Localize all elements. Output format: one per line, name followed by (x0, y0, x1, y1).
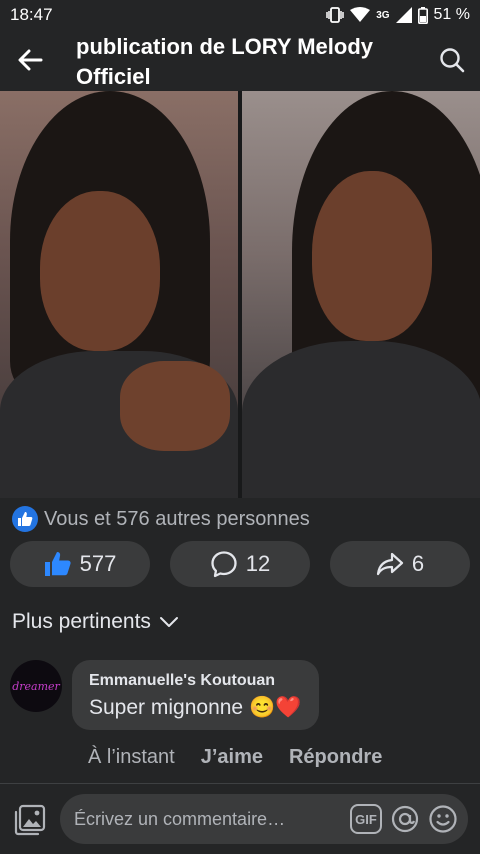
comment-input[interactable] (74, 808, 334, 830)
post-photos (0, 91, 480, 498)
vibrate-icon (326, 7, 344, 23)
emoji-button[interactable] (428, 804, 458, 834)
at-sign-icon (391, 805, 419, 833)
status-time: 18:47 (10, 5, 53, 24)
sort-label: Plus pertinents (12, 610, 151, 633)
app-header: publication de LORY Melody Officiel (0, 30, 480, 90)
comment-count: 12 (245, 551, 271, 576)
composer-icons: GIF (350, 804, 458, 834)
reactions-text: Vous et 576 autres personnes (44, 507, 310, 530)
like-count: 577 (79, 551, 117, 576)
like-reaction-icon (12, 506, 38, 532)
reactions-summary[interactable]: Vous et 576 autres personnes (12, 506, 310, 532)
avatar-logo-text: dreamer (12, 679, 60, 693)
search-button[interactable] (432, 40, 472, 80)
status-icons: 3G 51 % (326, 6, 470, 24)
comment-item: dreamer Emmanuelle's Koutouan Super mign… (10, 660, 320, 730)
comment-like-button[interactable]: J’aime (201, 746, 263, 769)
post-photo-2[interactable] (242, 91, 480, 498)
share-count: 6 (411, 551, 425, 576)
commenter-avatar[interactable]: dreamer (10, 660, 62, 712)
gif-button[interactable]: GIF (350, 804, 382, 834)
like-button[interactable]: 577 (10, 541, 150, 587)
signal-icon (395, 7, 412, 23)
smiley-icon (429, 805, 457, 833)
share-arrow-icon (376, 552, 403, 576)
thumbs-up-icon (44, 552, 71, 576)
post-photo-1[interactable] (0, 91, 238, 498)
comment-bubble[interactable]: Emmanuelle's Koutouan Super mignonne 😊❤️ (72, 660, 320, 730)
add-photo-button[interactable] (12, 802, 48, 838)
battery-level: 51 % (433, 6, 470, 23)
share-button[interactable]: 6 (330, 541, 470, 587)
post-actions: 577 12 6 (10, 541, 470, 587)
page-title: publication de LORY Melody Officiel (76, 34, 374, 89)
chevron-down-icon (159, 617, 178, 627)
battery-icon (417, 6, 428, 24)
comment-reply-button[interactable]: Répondre (289, 746, 382, 769)
comment-icon (211, 551, 237, 578)
search-icon (440, 48, 465, 73)
comment-composer: GIF (0, 783, 480, 854)
comment-button[interactable]: 12 (170, 541, 310, 587)
comment-text: Super mignonne 😊❤️ (89, 696, 302, 719)
photo-icon (14, 804, 46, 836)
comment-sort-dropdown[interactable]: Plus pertinents (12, 610, 179, 634)
comment-author[interactable]: Emmanuelle's Koutouan (89, 672, 301, 690)
network-label: 3G (376, 9, 390, 21)
back-button[interactable] (0, 30, 60, 90)
comment-time: À l’instant (88, 746, 175, 768)
comment-input-container: GIF (60, 794, 468, 844)
status-bar: 18:47 3G 51 % (0, 0, 480, 30)
wifi-icon (350, 7, 371, 22)
arrow-left-icon (18, 49, 43, 71)
mention-button[interactable] (390, 804, 420, 834)
comment-meta: À l’instant J’aime Répondre (88, 746, 382, 769)
